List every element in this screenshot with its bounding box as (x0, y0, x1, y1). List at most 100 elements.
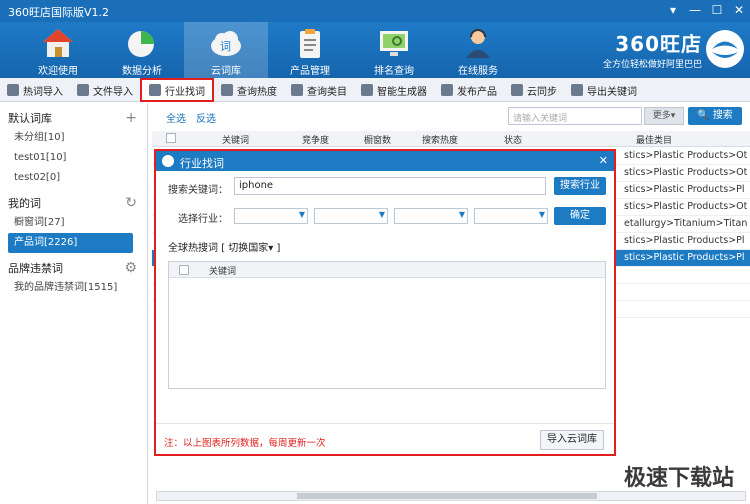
window-title: 360旺店国际版V1.2 (8, 6, 110, 19)
sidebar-item-selected[interactable]: 产品词[2226] (8, 233, 133, 253)
refresh-icon[interactable]: ↻ (125, 195, 137, 211)
gear-icon[interactable]: ⚙ (124, 260, 137, 276)
pie-chart-icon (128, 31, 154, 57)
cloud-sync-icon (511, 84, 523, 96)
table-cell: stics>Plastic Products>Ot (624, 150, 748, 161)
col-search-heat[interactable]: 搜索热度 (422, 133, 458, 146)
keyword-label: 搜索关键词： (168, 185, 228, 196)
nav-product-management[interactable]: 产品管理 (268, 22, 352, 78)
header-checkbox[interactable] (166, 133, 176, 143)
maximize-icon[interactable]: ☐ (706, 0, 728, 20)
brand-slogan: 全方位轻松做好阿里巴巴 (602, 60, 702, 70)
sidebar: 默认词库 + 未分组[10] test01[10] test02[0] 我的词 … (0, 103, 148, 504)
nav-welcome[interactable]: 欢迎使用 (16, 22, 100, 78)
hot-table-header: 关键词 (169, 262, 605, 278)
confirm-button[interactable]: 确定 (554, 207, 606, 225)
invert-selection-link[interactable]: 反选 (196, 110, 216, 125)
tool-smart-generator[interactable]: 智能生成器 (354, 78, 434, 102)
tree-icon (291, 84, 303, 96)
col-showcase[interactable]: 橱窗数 (364, 133, 391, 146)
sidebar-group-my-words[interactable]: 我的词 ↻ (0, 188, 147, 213)
send-icon (441, 84, 453, 96)
col-status[interactable]: 状态 (504, 133, 522, 146)
industry-select-4[interactable]: ▼ (474, 208, 548, 224)
nav-online-service[interactable]: 在线服务 (436, 22, 520, 78)
table-cell: stics>Plastic Products>Ot (624, 201, 748, 212)
tool-industry-find-words[interactable]: 行业找词 (140, 78, 214, 102)
update-note: 注：以上图表所列数据，每周更新一次 (164, 438, 326, 449)
switch-country-link[interactable]: [ 切换国家▾ ] (221, 243, 280, 254)
sidebar-item[interactable]: test01[10] (0, 148, 147, 168)
sidebar-item[interactable]: test02[0] (0, 168, 147, 188)
dropdown-menu-icon[interactable]: ▾ (662, 0, 684, 20)
hot-keywords-table: 关键词 (168, 261, 606, 389)
brand: 360旺店 全方位轻松做好阿里巴巴 (603, 28, 702, 70)
sidebar-item[interactable]: 橱窗词[27] (0, 213, 147, 233)
import-icon (7, 84, 19, 96)
brand-name: 360旺店 (615, 32, 702, 56)
keyword-input[interactable]: iphone (234, 177, 546, 195)
add-icon[interactable]: + (125, 110, 137, 126)
sidebar-group-brand-banned[interactable]: 品牌违禁词 ⚙ (0, 253, 147, 278)
nav-ranking-query[interactable]: 排名查询 (352, 22, 436, 78)
col-keyword[interactable]: 关键词 (222, 133, 249, 146)
col-competition[interactable]: 竞争度 (302, 133, 329, 146)
table-cell: stics>Plastic Products>Pl (624, 184, 745, 195)
title-bar: 360旺店国际版V1.2 ▾ — ☐ ✕ (0, 0, 750, 22)
hot-col-keyword: 关键词 (209, 267, 237, 277)
export-icon (571, 84, 583, 96)
col-best-category[interactable]: 最佳类目 (636, 133, 672, 146)
dialog-title-bar: 行业找词 ✕ (156, 151, 614, 171)
tool-export-keywords[interactable]: 导出关键词 (564, 78, 644, 102)
sidebar-group-default[interactable]: 默认词库 + (0, 103, 147, 128)
dialog-title: 行业找词 (180, 157, 224, 170)
close-icon[interactable]: ✕ (728, 0, 750, 20)
select-all-link[interactable]: 全选 (166, 110, 186, 125)
clipboard-icon (300, 29, 320, 58)
toolbar: 热词导入 文件导入 行业找词 查询热度 查询类目 智能生成器 发布产品 云同步 … (0, 78, 750, 102)
tool-publish-product[interactable]: 发布产品 (434, 78, 504, 102)
chevron-down-icon: ▼ (378, 210, 385, 219)
scroll-thumb[interactable] (297, 493, 597, 499)
app-logo-icon (162, 155, 174, 167)
dialog-close-icon[interactable]: ✕ (599, 154, 608, 167)
tool-cloud-sync[interactable]: 云同步 (504, 78, 564, 102)
horizontal-scrollbar[interactable] (156, 491, 746, 501)
grid-header: 关键词 竞争度 橱窗数 搜索热度 状态 最佳类目 (152, 131, 750, 147)
search-button[interactable]: 🔍 搜索 (688, 107, 742, 125)
folder-icon (77, 84, 89, 96)
window-controls: ▾ — ☐ ✕ (662, 0, 750, 22)
table-cell: stics>Plastic Products>Ot (624, 167, 748, 178)
industry-select-1[interactable]: ▼ (234, 208, 308, 224)
tool-hotword-import[interactable]: 热词导入 (0, 78, 70, 102)
watermark: 极速下载站 (623, 466, 734, 491)
dialog-footer: 注：以上图表所列数据，每周更新一次 导入云词库 (156, 423, 614, 454)
support-agent-icon (466, 29, 490, 58)
industry-select-3[interactable]: ▼ (394, 208, 468, 224)
industry-select-2[interactable]: ▼ (314, 208, 388, 224)
home-icon (43, 29, 73, 57)
chevron-down-icon: ▼ (538, 210, 545, 219)
keyword-search-input[interactable]: 请输入关键词 (508, 107, 642, 125)
main-header: 欢迎使用 数据分析 词 云词库 产品管理 排名查询 在线服务 360旺店 全方位… (0, 22, 750, 78)
import-cloud-button[interactable]: 导入云词库 (540, 430, 604, 450)
hot-header-checkbox[interactable] (179, 265, 189, 275)
sidebar-item[interactable]: 未分组[10] (0, 128, 147, 148)
table-cell: etallurgy>Titanium>Titan (624, 218, 748, 229)
nav-data-analysis[interactable]: 数据分析 (100, 22, 184, 78)
brand-logo-icon (706, 30, 744, 68)
tool-query-category[interactable]: 查询类目 (284, 78, 354, 102)
search-industry-button[interactable]: 搜索行业 (554, 177, 606, 195)
more-dropdown[interactable]: 更多▾ (644, 107, 684, 125)
tool-file-import[interactable]: 文件导入 (70, 78, 140, 102)
tool-query-heat[interactable]: 查询热度 (214, 78, 284, 102)
svg-text:词: 词 (220, 40, 231, 53)
minimize-icon[interactable]: — (684, 0, 706, 20)
flame-icon (221, 84, 233, 96)
industry-label: 选择行业： (178, 214, 228, 225)
link-icon (149, 84, 161, 96)
industry-find-dialog: 行业找词 ✕ 搜索关键词： iphone 搜索行业 选择行业： ▼ ▼ ▼ ▼ … (154, 149, 616, 456)
hot-search-title: 全球热搜词 [ 切换国家▾ ] (168, 243, 281, 254)
sidebar-item[interactable]: 我的品牌违禁词[1515] (0, 278, 147, 298)
nav-cloud-library[interactable]: 词 云词库 (184, 22, 268, 78)
